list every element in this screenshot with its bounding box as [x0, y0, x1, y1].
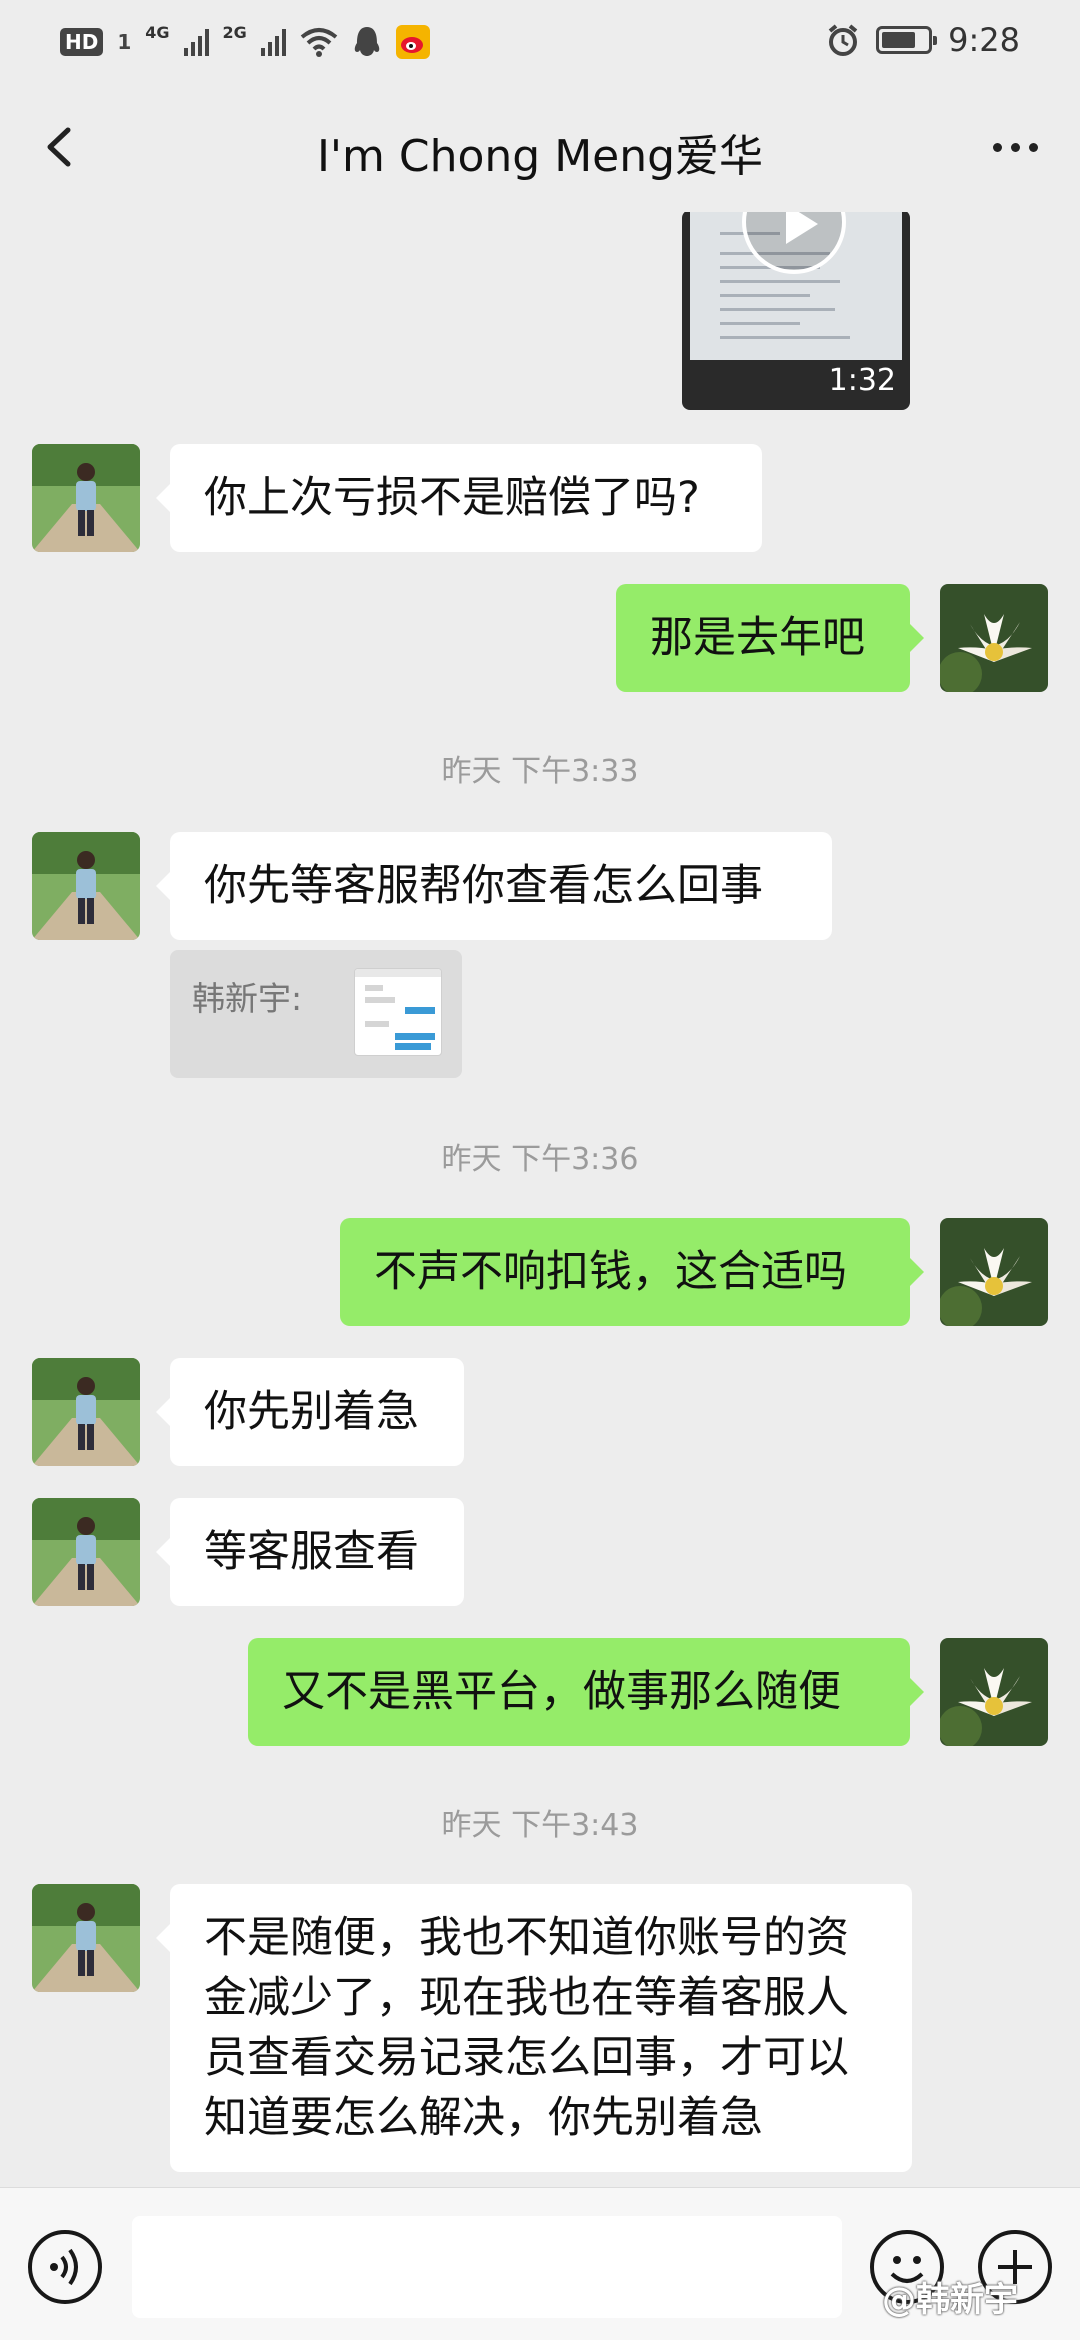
signal-icon	[183, 28, 209, 56]
more-dot-icon	[1010, 142, 1020, 152]
message-bubble-outgoing[interactable]: 不声不响扣钱，这合适吗	[340, 1218, 924, 1326]
quote-image-thumbnail[interactable]	[354, 968, 442, 1056]
message-bubble-incoming[interactable]: 你先等客服帮你查看怎么回事	[156, 832, 832, 940]
status-icons-left: HD 1 4G 2G	[60, 22, 430, 62]
weibo-watermark: @韩新宇	[882, 2280, 1018, 2320]
network-type-2g: 2G	[222, 22, 247, 42]
message-bubble-outgoing[interactable]: 又不是黑平台，做事那么随便	[248, 1638, 924, 1746]
message-bubble-outgoing[interactable]: 那是去年吧	[616, 584, 924, 692]
video-message[interactable]: 1:32	[682, 212, 910, 410]
contact-avatar[interactable]	[32, 444, 140, 552]
message-bubble-incoming[interactable]: 等客服查看	[156, 1498, 464, 1606]
chat-title: I'm Chong Meng爱华	[316, 131, 764, 182]
more-dot-icon	[1028, 142, 1038, 152]
quote-sender: 韩新宇:	[192, 979, 303, 1018]
back-button[interactable]	[30, 112, 90, 182]
chat-header: I'm Chong Meng爱华	[0, 82, 1080, 212]
message-bubble-incoming[interactable]: 不是随便，我也不知道你账号的资金减少了，现在我也在等着客服人员查看交易记录怎么回…	[156, 1884, 912, 2172]
weibo-icon	[395, 25, 430, 59]
chat-screenshot-image	[355, 969, 441, 1050]
more-dot-icon	[992, 142, 1002, 152]
clock-time: 9:28	[948, 21, 1020, 59]
hd-badge: HD	[60, 28, 104, 56]
signal-icon-2	[260, 28, 286, 56]
quoted-message[interactable]: 韩新宇:	[170, 950, 462, 1078]
chevron-left-icon	[47, 127, 71, 167]
battery-icon	[876, 26, 938, 54]
status-icons-right: 9:28	[826, 18, 1020, 62]
contact-avatar[interactable]	[32, 1498, 140, 1606]
timestamp: 昨天 下午3:33	[441, 754, 639, 789]
message-bubble-incoming[interactable]: 你上次亏损不是赔偿了吗?	[156, 444, 762, 552]
alarm-icon	[828, 24, 858, 56]
video-duration: 1:32	[828, 363, 896, 398]
qq-icon	[354, 27, 380, 56]
sim-slot-label: 1	[117, 30, 132, 54]
timestamp: 昨天 下午3:43	[441, 1808, 639, 1843]
status-bar: HD 1 4G 2G 9:28	[0, 0, 1080, 82]
my-avatar[interactable]	[940, 1218, 1048, 1326]
message-list[interactable]: 1:32 你上次亏损不是赔偿了吗? 那是去年吧 昨天 下午3:33 你先等客服帮…	[0, 212, 1080, 2187]
message-input[interactable]	[132, 2216, 842, 2318]
wifi-icon	[300, 28, 338, 57]
my-avatar[interactable]	[940, 584, 1048, 692]
contact-avatar[interactable]	[32, 1358, 140, 1466]
timestamp: 昨天 下午3:36	[441, 1142, 639, 1177]
my-avatar[interactable]	[940, 1638, 1048, 1746]
contact-avatar[interactable]	[32, 1884, 140, 1992]
more-options-button[interactable]	[970, 112, 1060, 182]
network-type-4g: 4G	[145, 22, 170, 42]
input-bar: @韩新宇	[0, 2187, 1080, 2340]
voice-icon	[50, 2248, 78, 2286]
message-bubble-incoming[interactable]: 你先别着急	[156, 1358, 464, 1466]
voice-input-button[interactable]	[28, 2230, 102, 2304]
contact-avatar[interactable]	[32, 832, 140, 940]
